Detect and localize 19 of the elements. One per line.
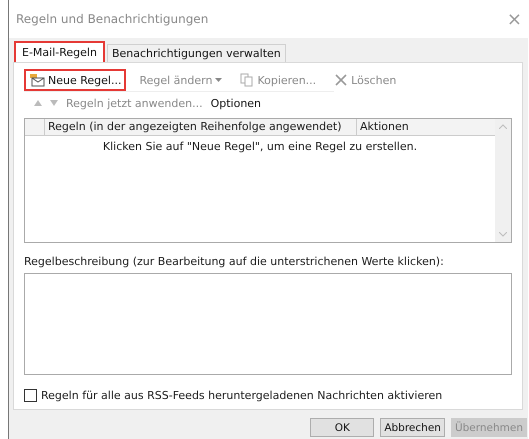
description-label: Regelbeschreibung (zur Bearbeitung auf die unterstrichenen Werte klicken): [24,255,445,268]
tab[interactable]: Benachrichtigungen verwalten [106,44,286,62]
scroll-down-icon[interactable] [499,232,507,237]
dialog-button[interactable]: Abbrechen [380,418,445,437]
dialog-button[interactable]: OK [310,418,374,437]
checkbox-label: Regeln für alle aus RSS-Feeds heruntergeladenen Nachrichten aktivieren [41,389,442,402]
checkbox[interactable] [24,389,37,402]
toolbar-button[interactable]: Neue Regel... [24,69,126,91]
empty-message: Klicken Sie auf "Neue Regel", um eine Regel zu erstellen. [102,139,418,153]
window-title: Regeln und Benachrichtigungen [16,12,208,26]
caret-icon [215,78,222,82]
delete-icon [334,73,348,87]
column-header[interactable]: Regeln (in der angezeigten Reihenfolge angewendet) [44,119,356,135]
scroll-up-icon[interactable] [499,124,507,129]
tab[interactable]: E-Mail-Regeln [14,41,105,62]
link[interactable]: Optionen [210,96,262,110]
new-rule-icon [29,73,45,87]
copy-icon [240,73,254,87]
scrollbar[interactable] [495,119,511,242]
